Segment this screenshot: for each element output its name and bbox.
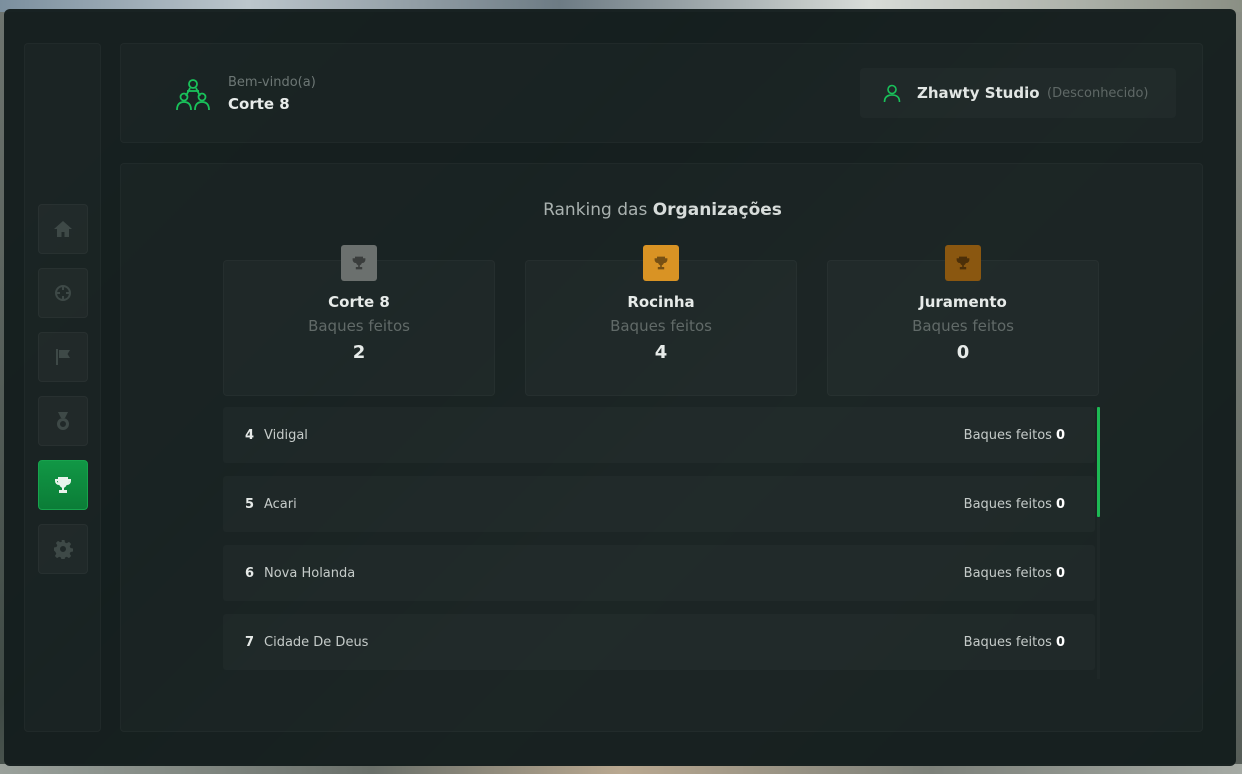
rank-position: 5 (245, 497, 255, 512)
title-prefix: Ranking das (543, 200, 648, 220)
podium-card-2: Rocinha Baques feitos 4 (525, 245, 797, 396)
sidebar (24, 43, 101, 732)
rank-name: Nova Holanda (264, 566, 356, 581)
podium-name: Corte 8 (328, 293, 390, 311)
medal-icon (57, 412, 69, 430)
trophy-icon (654, 256, 668, 270)
podium-name: Rocinha (627, 293, 695, 311)
podium-card-3: Juramento Baques feitos 0 (827, 245, 1099, 396)
header: Bem-vindo(a) Corte 8 Zhawty Studio (Desc… (120, 43, 1203, 143)
sidebar-item-medal[interactable] (38, 396, 88, 446)
rank-position: 4 (245, 428, 255, 443)
trophy-badge-gold (643, 245, 679, 281)
rank-stat: Baques feitos 0 (964, 497, 1065, 512)
rank-name: Cidade De Deus (264, 635, 369, 650)
podium-name: Juramento (919, 293, 1007, 311)
sidebar-item-settings[interactable] (38, 524, 88, 574)
ranking-row: 7 Cidade De Deus Baques feitos 0 (223, 614, 1095, 670)
ranking-row: 4 Vidigal Baques feitos 0 (223, 407, 1095, 463)
ranking-row: 6 Nova Holanda Baques feitos 0 (223, 545, 1095, 601)
podium-card-1: Corte 8 Baques feitos 2 (223, 245, 495, 396)
ranking-panel: Ranking das Organizações Corte 8 Baques … (120, 163, 1203, 732)
user-icon (883, 84, 901, 103)
sidebar-item-flag[interactable] (38, 332, 88, 382)
rank-stat-value: 0 (1055, 635, 1065, 650)
page-title: Ranking das Organizações (121, 200, 1204, 220)
organization-icon (175, 77, 211, 113)
podium-value: 0 (956, 342, 970, 363)
crosshair-icon (55, 285, 71, 301)
rank-stat-value: 0 (1055, 497, 1065, 512)
rank-stat-label: Baques feitos (963, 497, 1052, 512)
podium-value: 2 (352, 342, 366, 363)
trophy-icon (55, 477, 71, 493)
trophy-badge-bronze (945, 245, 981, 281)
rank-name: Acari (264, 497, 297, 512)
rank-stat: Baques feitos 0 (964, 566, 1065, 581)
podium-label: Baques feitos (912, 317, 1014, 335)
user-status: (Desconhecido) (1047, 86, 1149, 101)
podium-value: 4 (654, 342, 668, 363)
gear-icon (54, 540, 73, 559)
ranking-list[interactable]: 4 Vidigal Baques feitos 0 5 Acari Baques … (223, 407, 1103, 679)
rank-stat: Baques feitos 0 (964, 428, 1065, 443)
sidebar-item-target[interactable] (38, 268, 88, 318)
rank-stat: Baques feitos 0 (964, 635, 1065, 650)
rank-stat-label: Baques feitos (963, 566, 1052, 581)
trophy-icon (956, 256, 970, 270)
rank-stat-label: Baques feitos (963, 635, 1052, 650)
welcome-label: Bem-vindo(a) (228, 75, 316, 90)
trophy-icon (352, 256, 366, 270)
flag-icon (56, 349, 70, 365)
ranking-row: 5 Acari Baques feitos 0 (223, 476, 1095, 532)
sidebar-item-home[interactable] (38, 204, 88, 254)
user-name: Zhawty Studio (917, 84, 1040, 102)
user-profile[interactable]: Zhawty Studio (Desconhecido) (860, 68, 1176, 118)
rank-position: 7 (245, 635, 255, 650)
rank-name: Vidigal (264, 428, 308, 443)
podium-label: Baques feitos (308, 317, 410, 335)
rank-stat-value: 0 (1055, 566, 1065, 581)
rank-stat-label: Baques feitos (963, 428, 1052, 443)
title-bold: Organizações (652, 200, 782, 220)
podium-label: Baques feitos (610, 317, 712, 335)
rank-stat-value: 0 (1055, 428, 1065, 443)
sidebar-item-ranking[interactable] (38, 460, 88, 510)
rank-position: 6 (245, 566, 255, 581)
home-icon (54, 221, 72, 237)
scrollbar-thumb[interactable] (1097, 407, 1100, 517)
trophy-badge-silver (341, 245, 377, 281)
organization-name: Corte 8 (228, 95, 290, 113)
ranking-window: Bem-vindo(a) Corte 8 Zhawty Studio (Desc… (4, 9, 1236, 766)
